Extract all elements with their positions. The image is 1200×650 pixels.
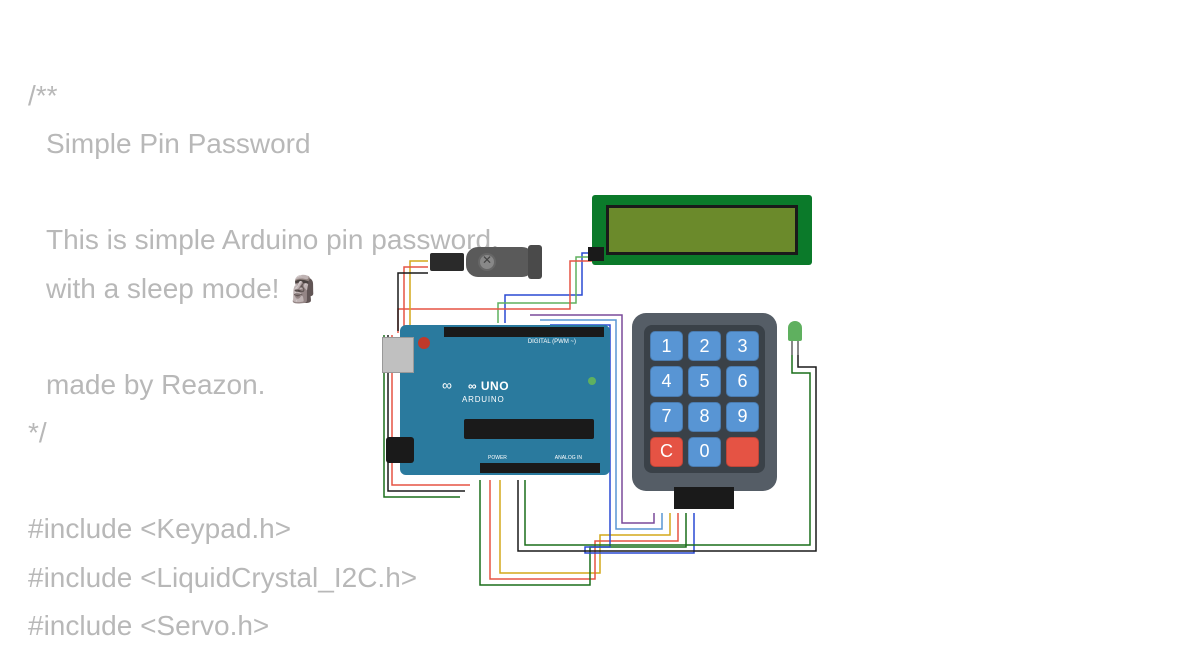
lcd-16x2[interactable] <box>592 195 812 265</box>
code-line: #include <Servo.h> <box>28 602 499 650</box>
usb-port-icon <box>382 337 414 373</box>
barrel-jack-icon <box>386 437 414 463</box>
keypad-key-5[interactable]: 5 <box>688 366 721 396</box>
digital-pin-header <box>444 327 604 337</box>
led-anode <box>791 341 793 355</box>
keypad-key-8[interactable]: 8 <box>688 402 721 432</box>
lcd-screen <box>606 205 798 255</box>
code-line: /** <box>28 72 499 120</box>
keypad-key-clear[interactable]: C <box>650 437 683 467</box>
analog-label: ANALOG IN <box>555 455 582 461</box>
servo-motor[interactable] <box>430 243 530 283</box>
moai-emoji: 🗿 <box>287 274 319 304</box>
power-led-icon <box>588 377 596 385</box>
board-label: ∞ UNO <box>468 379 509 393</box>
green-led[interactable] <box>788 321 802 341</box>
servo-gear-icon <box>478 253 496 271</box>
digital-label: DIGITAL (PWM ~) <box>528 339 576 345</box>
keypad-key-3[interactable]: 3 <box>726 331 759 361</box>
reset-button-icon <box>418 337 430 349</box>
keypad-key-2[interactable]: 2 <box>688 331 721 361</box>
power-label: POWER <box>488 455 507 461</box>
keypad-pin-header <box>674 487 734 509</box>
keypad-key-1[interactable]: 1 <box>650 331 683 361</box>
keypad-grid: 1 2 3 4 5 6 7 8 9 C 0 <box>644 325 765 473</box>
keypad-key-4[interactable]: 4 <box>650 366 683 396</box>
power-analog-header <box>480 463 600 473</box>
board-sublabel: ARDUINO <box>462 395 505 404</box>
code-line: Simple Pin Password <box>28 120 499 168</box>
keypad-key-9[interactable]: 9 <box>726 402 759 432</box>
servo-mount <box>528 245 542 279</box>
lcd-pin-header <box>588 247 604 261</box>
keypad-key-7[interactable]: 7 <box>650 402 683 432</box>
arduino-logo-icon: ∞ <box>442 377 452 393</box>
servo-connector <box>430 253 464 271</box>
keypad-3x4[interactable]: 1 2 3 4 5 6 7 8 9 C 0 <box>632 313 777 491</box>
servo-body <box>466 247 534 277</box>
keypad-key-6[interactable]: 6 <box>726 366 759 396</box>
atmega-chip-icon <box>464 419 594 439</box>
led-cathode <box>797 341 799 355</box>
keypad-key-enter[interactable] <box>726 437 759 467</box>
circuit-diagram[interactable]: ∞ ∞ UNO ARDUINO DIGITAL (PWM ~) POWER AN… <box>370 195 830 595</box>
keypad-key-0[interactable]: 0 <box>688 437 721 467</box>
arduino-uno-board[interactable]: ∞ ∞ UNO ARDUINO DIGITAL (PWM ~) POWER AN… <box>400 325 610 475</box>
